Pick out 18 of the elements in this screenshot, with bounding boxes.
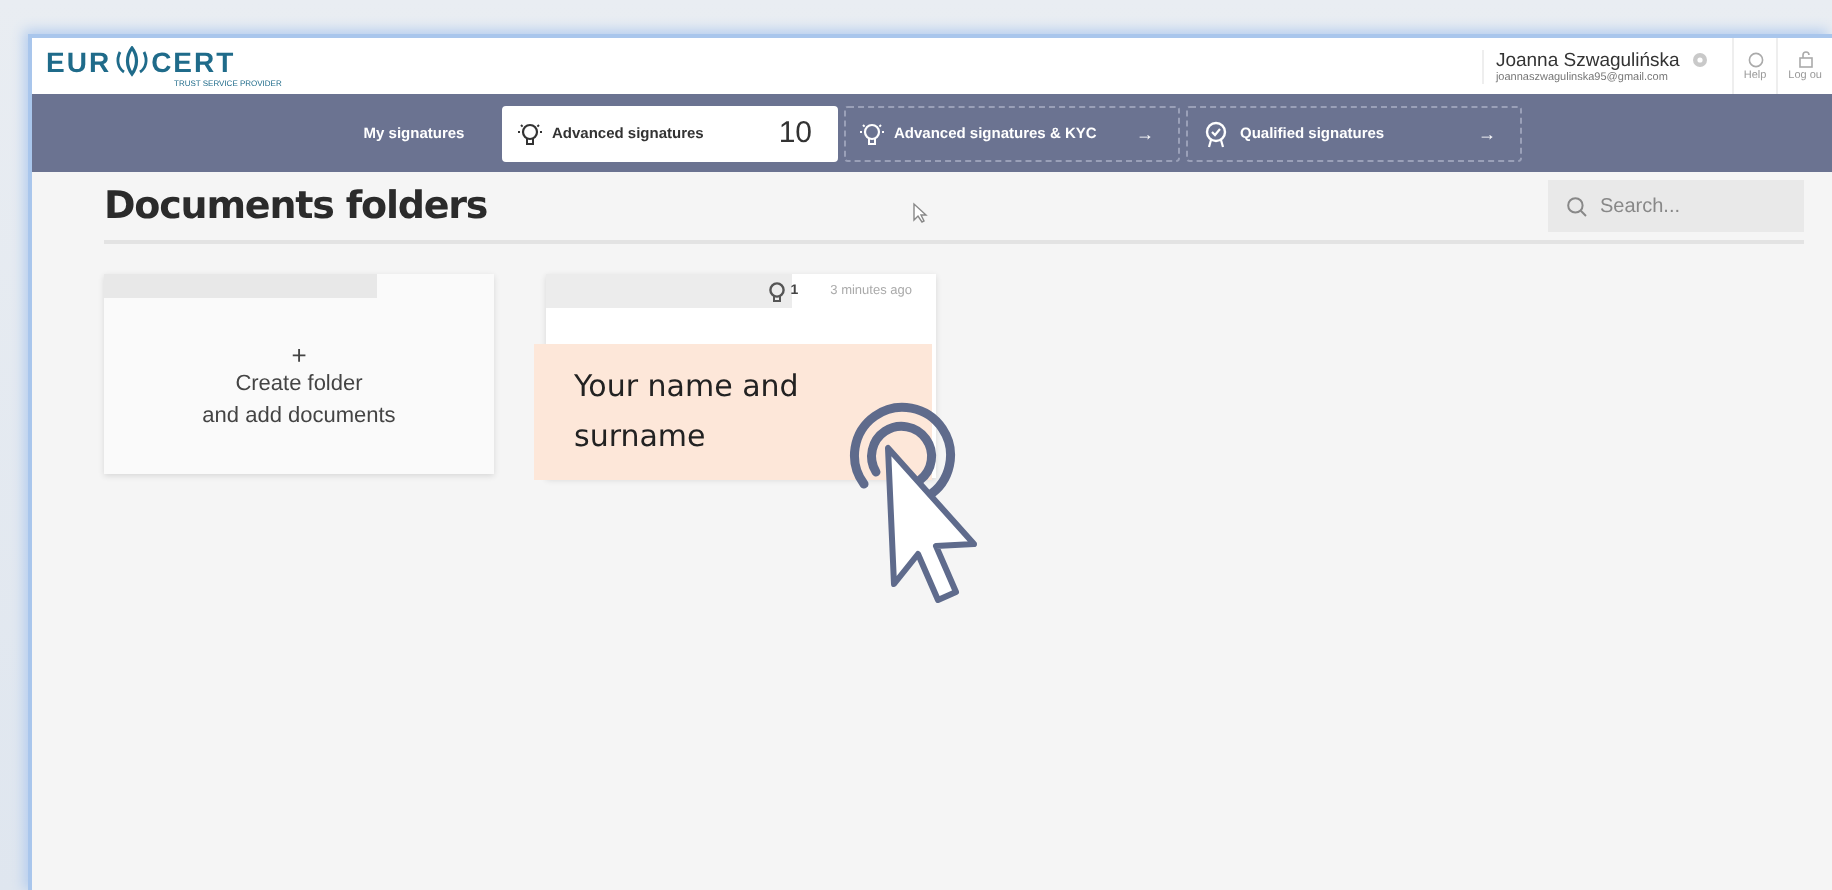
padlock-icon [1797, 50, 1814, 68]
award-icon [1200, 119, 1232, 147]
lightbulb-icon [858, 121, 886, 145]
gear-icon[interactable] [1691, 52, 1708, 68]
callout-text: Your name and surname [574, 366, 801, 458]
cursor-icon [912, 202, 928, 224]
award-icon [768, 281, 787, 301]
user-name: Joanna Szwagulińska [1495, 49, 1680, 71]
create-folder-label: Create folder and add documents [202, 369, 396, 431]
help-icon [1747, 51, 1764, 67]
logo-text: CERT [151, 47, 236, 75]
search-field[interactable]: Search... [1548, 180, 1804, 232]
lightbulb-icon [516, 121, 544, 145]
create-folder-card[interactable]: + Create folder and add documents [104, 274, 494, 474]
plus-icon: + [291, 341, 307, 367]
logo-text: EUR [46, 47, 112, 75]
page-title: Documents folders [104, 184, 488, 228]
flame-icon [113, 45, 150, 77]
